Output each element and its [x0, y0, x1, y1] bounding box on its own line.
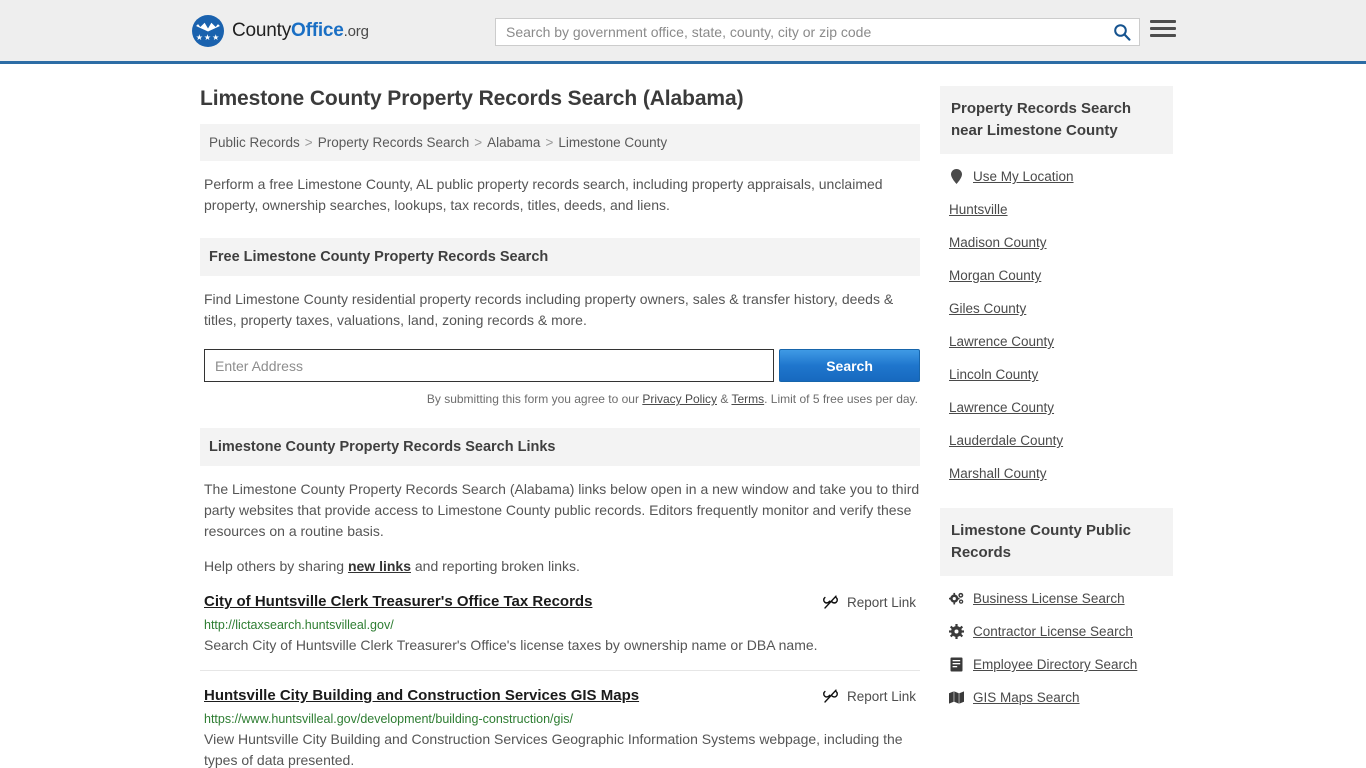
sidebar-item-lincoln-county[interactable]: Lincoln County [940, 358, 1173, 391]
links-panel: Limestone County Property Records Search… [200, 428, 920, 768]
sidebar-link-label[interactable]: Marshall County [949, 466, 1047, 481]
link-result-row: City of Huntsville Clerk Treasurer's Off… [200, 577, 920, 671]
sidebar-link-label[interactable]: Madison County [949, 235, 1047, 250]
links-section-heading: Limestone County Property Records Search… [200, 428, 920, 466]
sidebar-item-giles-county[interactable]: Giles County [940, 292, 1173, 325]
book-icon [949, 657, 964, 672]
sidebar-item-morgan-county[interactable]: Morgan County [940, 259, 1173, 292]
main-content: Limestone County Property Records Search… [200, 86, 920, 768]
sidebar-link-label[interactable]: Lauderdale County [949, 433, 1063, 448]
help-pre: Help others by sharing [204, 558, 348, 574]
sidebar-link-label[interactable]: Lincoln County [949, 367, 1038, 382]
address-search-form: Search [204, 349, 920, 382]
sidebar-item-lawrence-county[interactable]: Lawrence County [940, 325, 1173, 358]
terms-link[interactable]: Terms [731, 392, 764, 406]
map-pin-icon [949, 169, 964, 184]
breadcrumb-item-alabama[interactable]: Alabama [487, 135, 540, 150]
brand-wordmark: CountyOffice.org [232, 20, 369, 42]
nearby-searches-panel: Property Records Search near Limestone C… [940, 86, 1173, 490]
sidebar-item-madison-county[interactable]: Madison County [940, 226, 1173, 259]
privacy-policy-link[interactable]: Privacy Policy [642, 392, 717, 406]
sidebar-item-huntsville[interactable]: Huntsville [940, 193, 1173, 226]
result-description: View Huntsville City Building and Constr… [204, 731, 903, 768]
site-logo-link[interactable]: ★★★ CountyOffice.org [192, 14, 369, 47]
brand-part2: Office [291, 19, 344, 41]
site-header: ★★★ CountyOffice.org [0, 0, 1366, 64]
sidebar-link-label[interactable]: Lawrence County [949, 400, 1054, 415]
nearby-searches-heading: Property Records Search near Limestone C… [940, 86, 1173, 154]
result-title-link[interactable]: Huntsville City Building and Constructio… [204, 687, 639, 704]
breadcrumb-separator: > [474, 135, 483, 150]
links-section-help: Help others by sharing new links and rep… [204, 556, 920, 577]
sidebar-link-label[interactable]: Employee Directory Search [973, 657, 1137, 672]
help-post: and reporting broken links. [411, 558, 580, 574]
gear-icon [949, 624, 964, 639]
sidebar-link-label[interactable]: Huntsville [949, 202, 1008, 217]
sidebar-link-label[interactable]: Morgan County [949, 268, 1041, 283]
cogs-icon [949, 592, 964, 606]
sidebar-link-label[interactable]: GIS Maps Search [973, 690, 1080, 705]
links-section-description: The Limestone County Property Records Se… [204, 481, 920, 539]
sidebar-link-label[interactable]: Giles County [949, 301, 1026, 316]
brand-part1: County [232, 19, 292, 41]
sidebar-item-marshall-county[interactable]: Marshall County [940, 457, 1173, 490]
report-link-label: Report Link [846, 595, 916, 610]
disclaimer-post: . Limit of 5 free uses per day. [764, 392, 918, 406]
sidebar-link-label[interactable]: Use My Location [973, 169, 1074, 184]
free-search-description: Find Limestone County residential proper… [204, 291, 894, 328]
broken-link-icon [822, 595, 838, 609]
nearby-searches-list: Use My Location Huntsville Madison Count… [940, 154, 1173, 490]
public-records-panel: Limestone County Public Records Business… [940, 508, 1173, 714]
report-link-button[interactable]: Report Link [822, 687, 916, 705]
sidebar: Property Records Search near Limestone C… [940, 86, 1173, 768]
sidebar-item-contractor-license-search[interactable]: Contractor License Search [940, 615, 1173, 648]
disclaimer-pre: By submitting this form you agree to our [426, 392, 643, 406]
result-url: https://www.huntsvilleal.gov/development… [204, 712, 573, 726]
sidebar-item-lawrence-county-2[interactable]: Lawrence County [940, 391, 1173, 424]
breadcrumb-separator: > [304, 135, 313, 150]
sidebar-item-lauderdale-county[interactable]: Lauderdale County [940, 424, 1173, 457]
page-body: Limestone County Property Records Search… [0, 64, 1366, 768]
form-disclaimer: By submitting this form you agree to our… [200, 392, 920, 406]
breadcrumb-separator: > [545, 135, 554, 150]
search-icon [1114, 24, 1131, 41]
sidebar-item-employee-directory-search[interactable]: Employee Directory Search [940, 648, 1173, 681]
report-link-label: Report Link [846, 689, 916, 704]
search-submit-button[interactable] [1105, 19, 1139, 45]
address-search-button[interactable]: Search [779, 349, 920, 382]
countyoffice-eagle-logo-icon: ★★★ [192, 14, 224, 47]
public-records-heading: Limestone County Public Records [940, 508, 1173, 576]
global-search-input[interactable] [496, 24, 1105, 40]
free-search-panel: Free Limestone County Property Records S… [200, 238, 920, 406]
result-title-link[interactable]: City of Huntsville Clerk Treasurer's Off… [204, 593, 592, 610]
disclaimer-amp: & [717, 392, 732, 406]
brand-suffix: .org [343, 22, 369, 40]
report-link-button[interactable]: Report Link [822, 593, 916, 611]
sidebar-item-business-license-search[interactable]: Business License Search [940, 582, 1173, 615]
map-icon [949, 691, 964, 704]
hamburger-menu-icon[interactable] [1150, 20, 1176, 37]
new-links-link[interactable]: new links [348, 558, 411, 574]
page-intro-text: Perform a free Limestone County, AL publ… [204, 176, 883, 213]
address-search-input[interactable] [204, 349, 775, 382]
public-records-list: Business License Search Contractor Licen… [940, 576, 1173, 714]
global-search-bar[interactable] [495, 18, 1140, 46]
result-description: Search City of Huntsville Clerk Treasure… [204, 637, 818, 653]
sidebar-link-label[interactable]: Business License Search [973, 591, 1125, 606]
sidebar-link-label[interactable]: Contractor License Search [973, 624, 1133, 639]
breadcrumb-item-limestone-county[interactable]: Limestone County [558, 135, 667, 150]
sidebar-item-gis-maps-search[interactable]: GIS Maps Search [940, 681, 1173, 714]
broken-link-icon [822, 689, 838, 703]
link-result-row: Huntsville City Building and Constructio… [200, 671, 920, 768]
sidebar-link-label[interactable]: Lawrence County [949, 334, 1054, 349]
breadcrumb-item-property-records-search[interactable]: Property Records Search [318, 135, 470, 150]
sidebar-item-use-my-location[interactable]: Use My Location [940, 160, 1173, 193]
breadcrumb: Public Records > Property Records Search > A… [200, 124, 920, 161]
result-url: http://lictaxsearch.huntsvilleal.gov/ [204, 618, 394, 632]
breadcrumb-item-public-records[interactable]: Public Records [209, 135, 300, 150]
page-title: Limestone County Property Records Search… [200, 87, 744, 110]
free-search-heading: Free Limestone County Property Records S… [200, 238, 920, 276]
